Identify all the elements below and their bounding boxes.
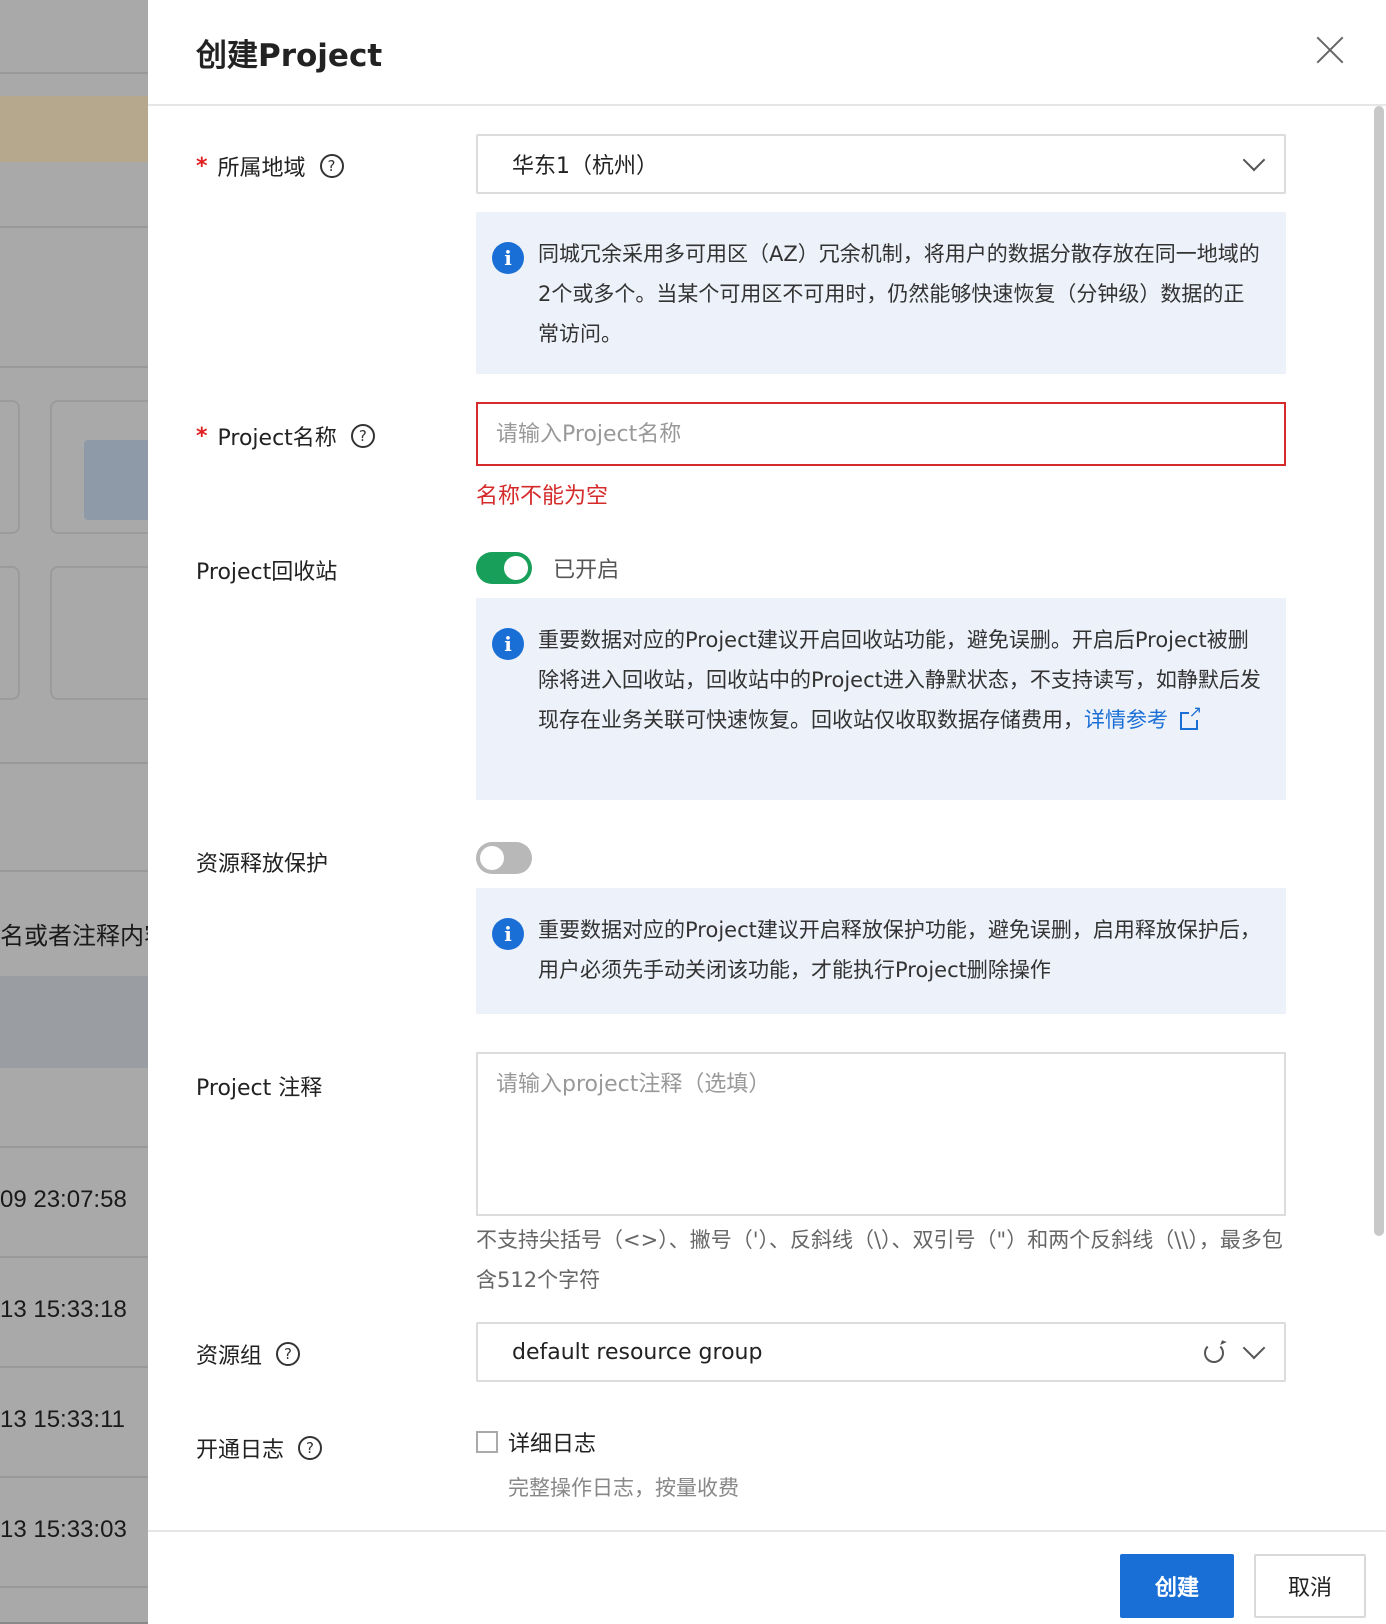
recycle-toggle-status: 已开启 (553, 558, 620, 583)
recycle-info-box: i 重要数据对应的Project建议开启回收站功能，避免误删。开启后Projec… (476, 598, 1286, 800)
detailed-log-label: 详细日志 (508, 1432, 597, 1457)
comment-label: Project 注释 (196, 1070, 322, 1102)
bg-card (50, 566, 148, 700)
recycle-control: 已开启 i 重要数据对应的Project建议开启回收站功能，避免误删。开启后Pr… (476, 552, 1286, 800)
log-control: 详细日志 完整操作日志，按量收费 (476, 1426, 1286, 1502)
region-label: * 所属地域 ? (196, 150, 344, 182)
create-button[interactable]: 创建 (1120, 1554, 1234, 1618)
comment-control: 不支持尖括号（<>）、撇号（'）、反斜线（\）、双引号（"）和两个反斜线（\\）… (476, 1052, 1286, 1300)
refresh-icon[interactable] (1204, 1343, 1224, 1363)
info-icon: i (492, 918, 524, 950)
bg-timestamp: 13 15:33:18 (0, 1296, 127, 1323)
log-label: 开通日志 ? (196, 1432, 323, 1464)
comment-textarea[interactable] (476, 1052, 1286, 1216)
bg-card (0, 566, 20, 700)
bg-timestamp: 13 15:33:11 (0, 1406, 126, 1433)
release-protect-toggle-row (476, 842, 1286, 874)
bg-divider (0, 762, 148, 764)
comment-label-text: Project 注释 (196, 1076, 323, 1101)
name-label-text: Project名称 (217, 426, 337, 451)
bg-divider (0, 1366, 148, 1368)
release-protect-info-text: 重要数据对应的Project建议开启释放保护功能，避免误删，启用释放保护后，用户… (538, 918, 1261, 982)
name-error-message: 名称不能为空 (476, 484, 609, 509)
recycle-label-text: Project回收站 (196, 560, 338, 585)
bg-divider (0, 1256, 148, 1258)
bg-divider (0, 366, 148, 368)
resource-group-control: default resource group (476, 1322, 1286, 1382)
drawer-header: 创建Project (148, 0, 1386, 106)
info-icon: i (492, 242, 524, 274)
region-control: 华东1（杭州） i 同城冗余采用多可用区（AZ）冗余机制，将用户的数据分散存放在… (476, 134, 1286, 374)
bg-divider (0, 1476, 148, 1478)
external-link-icon[interactable] (1180, 704, 1202, 730)
required-mark: * (196, 153, 208, 179)
help-icon[interactable]: ? (350, 424, 375, 448)
help-icon[interactable]: ? (276, 1342, 301, 1366)
resource-group-label: 资源组 ? (196, 1338, 301, 1370)
scrollbar[interactable] (1374, 106, 1384, 1236)
bg-divider (0, 1586, 148, 1588)
help-icon[interactable]: ? (298, 1436, 323, 1460)
name-label: * Project名称 ? (196, 420, 375, 452)
bg-search-hint: 名或者注释内容搜 (0, 923, 148, 950)
bg-divider (0, 72, 148, 74)
detailed-log-hint: 完整操作日志，按量收费 (508, 1476, 739, 1500)
details-link[interactable]: 详情参考 (1084, 708, 1168, 732)
chevron-down-icon (1242, 1336, 1266, 1360)
recycle-toggle-row: 已开启 (476, 552, 1286, 584)
comment-hint: 不支持尖括号（<>）、撇号（'）、反斜线（\）、双引号（"）和两个反斜线（\\）… (476, 1228, 1283, 1292)
release-protect-info-box: i 重要数据对应的Project建议开启释放保护功能，避免误删，启用释放保护后，… (476, 888, 1286, 1014)
background-page: 名或者注释内容搜 09 23:07:58 13 15:33:18 13 15:3… (0, 0, 148, 1622)
recycle-label: Project回收站 (196, 554, 337, 586)
release-protect-toggle[interactable] (476, 842, 532, 874)
detailed-log-option: 详细日志 (476, 1426, 1286, 1458)
bg-card (0, 400, 20, 534)
bg-timestamp: 09 23:07:58 (0, 1186, 127, 1213)
region-select[interactable]: 华东1（杭州） (476, 134, 1286, 194)
log-label-text: 开通日志 (196, 1438, 285, 1463)
resource-group-select[interactable]: default resource group (476, 1322, 1286, 1382)
bg-divider (0, 1146, 148, 1148)
name-control: 名称不能为空 (476, 402, 1286, 510)
bg-banner (0, 96, 148, 162)
form-body: * 所属地域 ? 华东1（杭州） i 同城冗余采用多可用区（AZ）冗余机制，将用… (148, 106, 1386, 1530)
cancel-button[interactable]: 取消 (1254, 1554, 1366, 1618)
drawer-footer: 创建 取消 (148, 1530, 1386, 1624)
bg-timestamp: 13 15:33:03 (0, 1516, 127, 1543)
chevron-down-icon (1242, 148, 1266, 172)
bg-divider (0, 870, 148, 872)
help-icon[interactable]: ? (319, 154, 344, 178)
toggle-knob (504, 556, 528, 580)
required-mark: * (196, 423, 208, 449)
resource-group-label-text: 资源组 (196, 1344, 263, 1369)
region-label-text: 所属地域 (217, 156, 306, 181)
bg-divider (0, 226, 148, 228)
region-select-value: 华东1（杭州） (512, 154, 658, 179)
close-icon[interactable] (1310, 30, 1350, 70)
recycle-toggle[interactable] (476, 552, 532, 584)
info-icon: i (492, 628, 524, 660)
release-protect-control: i 重要数据对应的Project建议开启释放保护功能，避免误删，启用释放保护后，… (476, 842, 1286, 1014)
region-info-box: i 同城冗余采用多可用区（AZ）冗余机制，将用户的数据分散存放在同一地域的 2个… (476, 212, 1286, 374)
resource-group-value: default resource group (512, 1339, 763, 1365)
drawer-title: 创建Project (196, 38, 383, 74)
project-name-input[interactable] (476, 402, 1286, 466)
detailed-log-checkbox[interactable] (476, 1431, 498, 1453)
create-project-drawer: 创建Project * 所属地域 ? 华东1（杭州） i 同城冗余采用多可用区（… (148, 0, 1386, 1624)
toggle-knob (480, 846, 504, 870)
release-protect-label-text: 资源释放保护 (196, 852, 329, 877)
bg-table-header (0, 976, 148, 1068)
release-protect-label: 资源释放保护 (196, 846, 328, 878)
monitor-icon (84, 440, 148, 520)
region-info-text: 同城冗余采用多可用区（AZ）冗余机制，将用户的数据分散存放在同一地域的 2个或多… (538, 242, 1260, 346)
